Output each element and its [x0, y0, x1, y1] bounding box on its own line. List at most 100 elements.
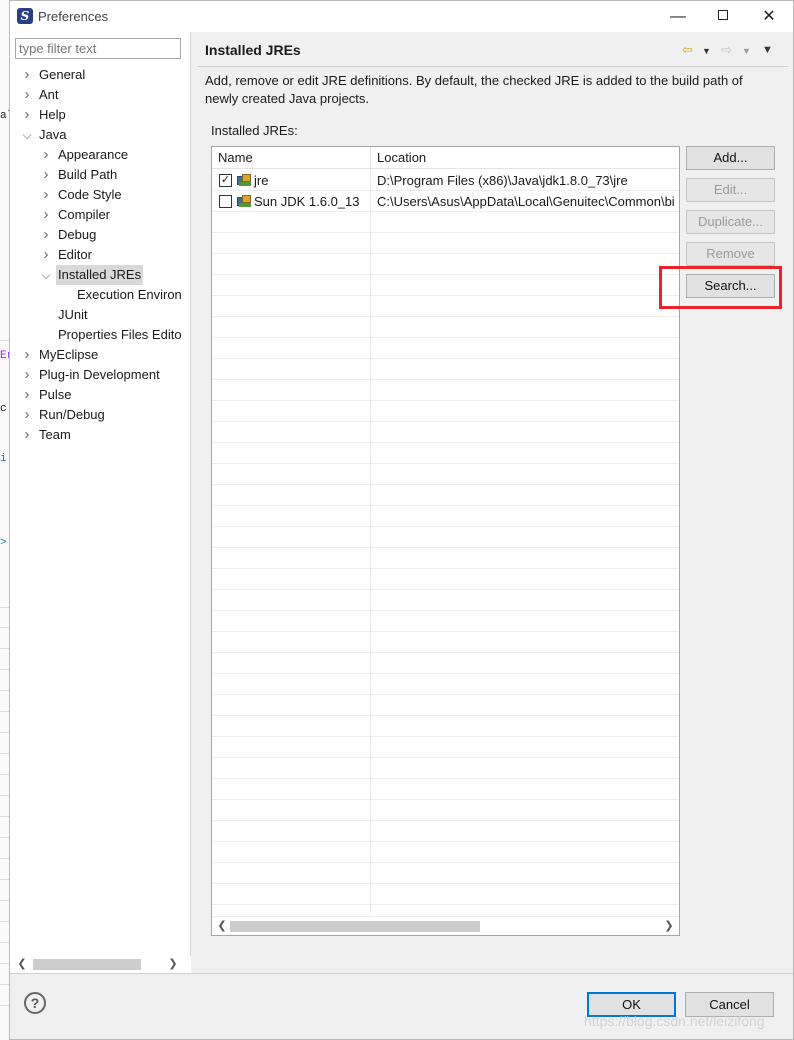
table-gridline	[212, 694, 679, 695]
close-button[interactable]: ✕	[746, 1, 792, 32]
maximize-icon	[718, 10, 728, 21]
help-icon[interactable]: ?	[24, 992, 46, 1014]
table-gridline	[212, 337, 679, 338]
sidebar-item-java[interactable]: ⌵ Java	[10, 125, 191, 145]
chevron-right-icon[interactable]: ›	[21, 425, 33, 445]
sidebar-item-label: Build Path	[58, 167, 118, 182]
sidebar-item-code-style[interactable]: › Code Style	[10, 185, 191, 205]
chevron-right-icon[interactable]: ›	[40, 205, 52, 225]
title-separator	[197, 66, 788, 67]
chevron-right-icon[interactable]: ›	[21, 105, 33, 125]
sidebar-item-label: Execution Environ	[77, 287, 182, 302]
filter-input[interactable]	[15, 38, 181, 59]
scrollbar-thumb[interactable]	[230, 921, 480, 932]
table-gridline	[212, 610, 679, 611]
sidebar-item-execution-environ[interactable]: Execution Environ	[10, 285, 191, 305]
back-history-dropdown-icon[interactable]: ▼	[702, 43, 711, 59]
chevron-right-icon[interactable]: ›	[21, 65, 33, 85]
sidebar-item-editor[interactable]: › Editor	[10, 245, 191, 265]
scroll-right-icon[interactable]: ❯	[661, 918, 677, 935]
sidebar-item-general[interactable]: › General	[10, 65, 191, 85]
table-gridline	[212, 820, 679, 821]
sidebar-item-junit[interactable]: JUnit	[10, 305, 191, 325]
table-gridline	[212, 652, 679, 653]
tree-horizontal-scrollbar[interactable]: ❮ ❯	[10, 956, 191, 973]
checkmark-icon: ✓	[220, 174, 231, 186]
sidebar-item-installed-jres[interactable]: ⌵ Installed JREs	[10, 265, 191, 285]
footer-separator	[10, 973, 793, 974]
sidebar-item-compiler[interactable]: › Compiler	[10, 205, 191, 225]
scroll-left-icon[interactable]: ❮	[14, 956, 30, 973]
watermark: https://blog.csdn.net/leizifong	[584, 1013, 765, 1029]
jre-library-icon	[237, 195, 252, 208]
chevron-down-icon[interactable]: ⌵	[21, 125, 33, 145]
chevron-right-icon[interactable]: ›	[21, 405, 33, 425]
myeclipse-logo-icon: S	[17, 8, 33, 24]
sidebar-item-help[interactable]: › Help	[10, 105, 191, 125]
background-fragment: c	[0, 403, 7, 415]
chevron-right-icon[interactable]: ›	[40, 225, 52, 245]
table-gridline	[212, 253, 679, 254]
sidebar-item-ant[interactable]: › Ant	[10, 85, 191, 105]
jre-location: C:\Users\Asus\AppData\Local\Genuitec\Com…	[377, 194, 675, 209]
jre-name: jre	[254, 173, 269, 188]
back-arrow-icon[interactable]: ⇦	[682, 42, 693, 58]
sidebar-item-label: Plug-in Development	[39, 367, 160, 382]
sidebar-item-build-path[interactable]: › Build Path	[10, 165, 191, 185]
scrollbar-thumb[interactable]	[33, 959, 141, 970]
table-row[interactable]: ✓ jre D:\Program Files (x86)\Java\jdk1.8…	[212, 170, 679, 191]
chevron-right-icon[interactable]: ›	[40, 145, 52, 165]
background-editor-strip: al Er c i >	[0, 0, 9, 1040]
minimize-button[interactable]: —	[655, 1, 701, 32]
table-horizontal-scrollbar[interactable]: ❮ ❯	[212, 916, 679, 935]
add-jre-button[interactable]: Add...	[686, 146, 775, 170]
table-gridline	[212, 568, 679, 569]
chevron-right-icon[interactable]: ›	[40, 165, 52, 185]
sidebar-item-myeclipse[interactable]: › MyEclipse	[10, 345, 191, 365]
sidebar-item-pulse[interactable]: › Pulse	[10, 385, 191, 405]
chevron-down-icon[interactable]: ⌵	[40, 265, 52, 285]
column-header-name[interactable]: Name	[212, 147, 371, 169]
view-menu-icon[interactable]: ▼	[762, 42, 773, 58]
sidebar-item-label: Editor	[58, 247, 92, 262]
column-header-location[interactable]: Location	[371, 147, 679, 169]
scroll-right-icon[interactable]: ❯	[165, 956, 181, 973]
table-gridline	[212, 757, 679, 758]
chevron-right-icon[interactable]: ›	[21, 365, 33, 385]
scroll-left-icon[interactable]: ❮	[214, 918, 230, 935]
jre-library-icon	[237, 174, 252, 187]
table-gridline	[212, 589, 679, 590]
sidebar-item-label: Properties Files Edito	[58, 327, 182, 342]
chevron-right-icon[interactable]: ›	[21, 345, 33, 365]
default-jre-checkbox[interactable]: ✓	[219, 174, 232, 187]
sidebar-item-team[interactable]: › Team	[10, 425, 191, 445]
sidebar-item-appearance[interactable]: › Appearance	[10, 145, 191, 165]
sidebar-item-run-debug[interactable]: › Run/Debug	[10, 405, 191, 425]
annotation-highlight-box	[659, 266, 782, 309]
table-row[interactable]: Sun JDK 1.6.0_13 C:\Users\Asus\AppData\L…	[212, 191, 679, 212]
maximize-button[interactable]	[700, 1, 746, 32]
sidebar-item-debug[interactable]: › Debug	[10, 225, 191, 245]
table-gridline	[212, 673, 679, 674]
chevron-right-icon[interactable]: ›	[21, 85, 33, 105]
jre-location: D:\Program Files (x86)\Java\jdk1.8.0_73\…	[377, 173, 628, 188]
sidebar-item-plug-in-development[interactable]: › Plug-in Development	[10, 365, 191, 385]
forward-arrow-icon[interactable]: ⇨	[721, 42, 732, 58]
chevron-right-icon[interactable]: ›	[40, 185, 52, 205]
forward-history-dropdown-icon[interactable]: ▼	[742, 43, 751, 59]
table-gridline	[212, 379, 679, 380]
chevron-right-icon[interactable]: ›	[21, 385, 33, 405]
title-bar: S Preferences — ✕	[10, 1, 793, 32]
duplicate-jre-button[interactable]: Duplicate...	[686, 210, 775, 234]
background-fragment: i	[0, 453, 7, 465]
remove-jre-button[interactable]: Remove	[686, 242, 775, 266]
edit-jre-button[interactable]: Edit...	[686, 178, 775, 202]
chevron-right-icon[interactable]: ›	[40, 245, 52, 265]
table-gridline	[212, 295, 679, 296]
table-gridline	[212, 904, 679, 905]
sidebar-item-label: MyEclipse	[39, 347, 99, 362]
default-jre-checkbox[interactable]	[219, 195, 232, 208]
sidebar-item-properties-files-edito[interactable]: Properties Files Edito	[10, 325, 191, 345]
table-header: Name Location	[212, 147, 679, 169]
table-gridline	[212, 274, 679, 275]
